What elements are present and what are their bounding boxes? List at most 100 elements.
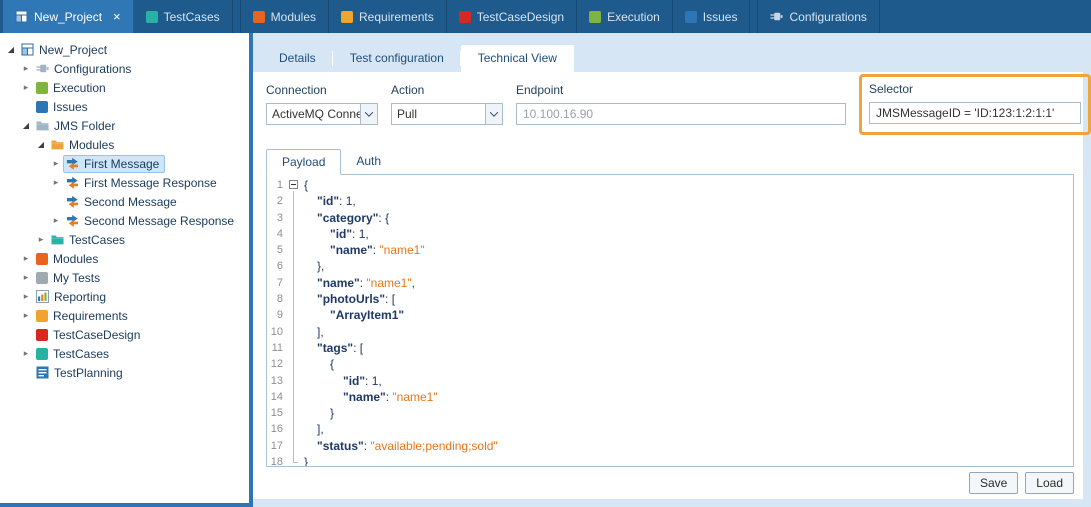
save-button[interactable]: Save [969,472,1018,494]
tree-node[interactable]: Requirements [33,307,134,325]
top-tab-bar: New_Project×TestCasesModulesRequirements… [0,0,1091,33]
tab-details[interactable]: Details [262,45,333,72]
code-text[interactable]: ], [301,421,324,437]
tree-item-my-tests[interactable]: ▸My Tests [0,268,249,287]
code-text[interactable]: } [301,454,308,467]
expander-collapsed-icon[interactable]: ▸ [49,154,63,173]
tree-node[interactable]: My Tests [33,269,106,287]
top-tab-new-project[interactable]: New_Project× [3,0,134,33]
code-text[interactable]: "id": 1, [301,193,356,209]
code-text[interactable]: "ArrayItem1" [301,307,404,323]
code-text[interactable]: { [301,177,308,193]
selector-label: Selector [869,82,1081,96]
tree-item-second-message-response[interactable]: ▸Second Message Response [0,211,249,230]
tree-node[interactable]: TestCases [33,345,115,363]
tree-node[interactable]: JMS Folder [33,117,121,135]
tree-node[interactable]: Modules [33,250,104,268]
top-tab-testcasedesign[interactable]: TestCaseDesign [447,0,577,33]
tree-item-first-message-response[interactable]: ▸First Message Response [0,173,249,192]
endpoint-input[interactable] [516,103,846,125]
code-text[interactable]: "status": "available;pending;sold" [301,438,498,454]
expander-collapsed-icon[interactable]: ▸ [49,173,63,192]
expander-expanded-icon[interactable]: ◢ [34,135,48,154]
tree-item-second-message[interactable]: Second Message [0,192,249,211]
tree-node[interactable]: First Message Response [63,174,223,192]
tree-node[interactable]: Configurations [33,60,137,78]
code-text[interactable]: "name": "name1" [301,242,425,258]
code-text[interactable]: "tags": [ [301,340,363,356]
close-tab-icon[interactable]: × [113,10,121,23]
expander-collapsed-icon[interactable]: ▸ [34,230,48,249]
tree-item-requirements[interactable]: ▸Requirements [0,306,249,325]
tree-node[interactable]: Reporting [33,288,112,306]
connection-select[interactable]: ActiveMQ Conne [266,103,378,125]
tree-node[interactable]: Issues [33,98,94,116]
expander-collapsed-icon[interactable]: ▸ [19,78,33,97]
tree-item-testplanning[interactable]: TestPlanning [0,363,249,382]
expander-collapsed-icon[interactable]: ▸ [19,268,33,287]
tab-payload[interactable]: Payload [266,149,341,175]
code-text[interactable]: ], [301,324,324,340]
top-tab-testcases[interactable]: TestCases [134,0,233,33]
tree-item-execution[interactable]: ▸Execution [0,78,249,97]
top-tab-modules[interactable]: Modules [240,0,329,33]
tree-item-modules[interactable]: ◢Modules [0,135,249,154]
tab-auth[interactable]: Auth [341,149,396,175]
code-text[interactable]: "category": { [301,210,389,226]
tree-node[interactable]: Modules [48,136,120,154]
tree-item-testcases[interactable]: ▸TestCases [0,230,249,249]
tree-node[interactable]: TestCaseDesign [33,326,146,344]
tree-item-testcases[interactable]: ▸TestCases [0,344,249,363]
tree-node[interactable]: Execution [33,79,112,97]
dropdown-arrow-icon[interactable] [360,104,377,124]
expander-collapsed-icon[interactable]: ▸ [19,306,33,325]
tree-item-jms-folder[interactable]: ◢JMS Folder [0,116,249,135]
top-tab-configurations[interactable]: Configurations [757,0,879,33]
code-text[interactable]: "id": 1, [301,226,369,242]
testcasedesign-icon [459,11,471,23]
code-text[interactable]: "name": "name1", [301,275,415,291]
top-tab-issues[interactable]: Issues [673,0,751,33]
top-tab-requirements[interactable]: Requirements [329,0,447,33]
tree-item-reporting[interactable]: ▸Reporting [0,287,249,306]
tree-node[interactable]: TestPlanning [33,364,129,382]
expander-collapsed-icon[interactable]: ▸ [19,287,33,306]
selector-input[interactable] [869,102,1081,124]
code-text[interactable]: "photoUrls": [ [301,291,395,307]
tree-item-configurations[interactable]: ▸Configurations [0,59,249,78]
editor-button-row: Save Load [253,467,1083,499]
tab-technical-view[interactable]: Technical View [461,45,574,72]
tree-item-modules[interactable]: ▸Modules [0,249,249,268]
expander-expanded-icon[interactable]: ◢ [19,116,33,135]
expander-expanded-icon[interactable]: ◢ [4,40,18,59]
expander-collapsed-icon[interactable]: ▸ [19,344,33,363]
tree-node[interactable]: TestCases [48,231,131,249]
tab-test-configuration[interactable]: Test configuration [333,45,461,72]
top-tab-execution[interactable]: Execution [577,0,673,33]
expander-collapsed-icon[interactable]: ▸ [19,59,33,78]
code-text[interactable]: { [301,356,334,372]
code-text[interactable]: } [301,405,334,421]
tree-node[interactable]: Second Message [63,193,183,211]
tree-item-label: Second Message [84,195,177,209]
action-select[interactable]: Pull [391,103,503,125]
tree-item-first-message[interactable]: ▸First Message [0,154,249,173]
payload-editor[interactable]: 1{2"id": 1,3"category": {4"id": 1,5"name… [266,174,1074,467]
code-text[interactable]: "id": 1, [301,373,382,389]
editor-line: 3"category": { [267,210,1073,226]
tree-node[interactable]: Second Message Response [63,212,240,230]
fold-collapse-icon[interactable] [289,180,298,189]
expander-collapsed-icon[interactable]: ▸ [49,211,63,230]
load-button[interactable]: Load [1025,472,1074,494]
minus-icon [291,184,296,185]
expander-collapsed-icon[interactable]: ▸ [19,249,33,268]
tree-node[interactable]: New_Project [18,41,113,59]
technical-view-panel: Connection ActiveMQ Conne Action Pull [253,72,1083,499]
code-text[interactable]: "name": "name1" [301,389,438,405]
tree-item-testcasedesign[interactable]: TestCaseDesign [0,325,249,344]
tree-node[interactable]: First Message [63,155,165,173]
tree-item-new-project[interactable]: ◢New_Project [0,40,249,59]
code-text[interactable]: }, [301,258,324,274]
tree-item-issues[interactable]: Issues [0,97,249,116]
dropdown-arrow-icon[interactable] [485,104,502,124]
